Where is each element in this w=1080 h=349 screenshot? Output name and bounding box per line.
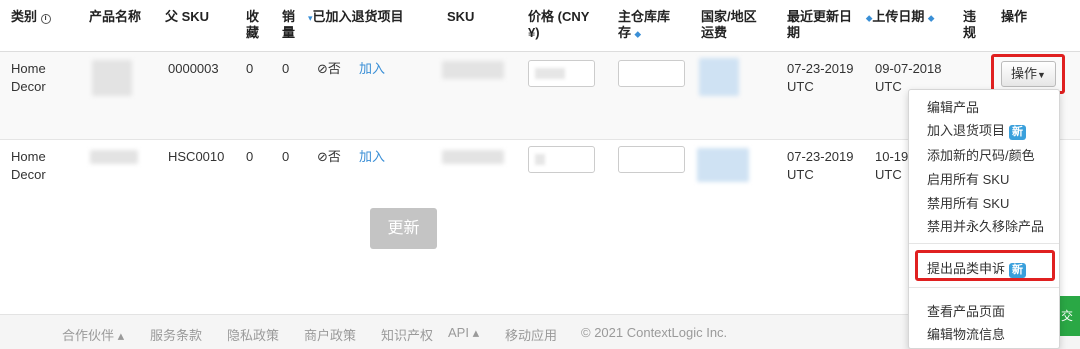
- footer-api-link[interactable]: API ▴: [448, 325, 479, 341]
- menu-item-category-appeal[interactable]: 提出品类申诉新: [927, 258, 1027, 278]
- new-badge: 新: [1009, 263, 1027, 278]
- menu-item-join-return[interactable]: 加入退货项目新: [927, 120, 1027, 140]
- info-icon: i: [40, 14, 51, 24]
- footer-partners-link[interactable]: 合作伙伴 ▴: [62, 325, 124, 344]
- action-dropdown-menu: 编辑产品 加入退货项目新 添加新的尺码/颜色 启用所有 SKU 禁用所有 SKU…: [908, 89, 1060, 349]
- upload-date-cell: 10-19 UTC: [875, 149, 909, 182]
- header-category[interactable]: 类别 i: [11, 9, 51, 25]
- join-return-link[interactable]: 加入: [359, 60, 385, 78]
- table-header: 类别 i 产品名称 父 SKU 收藏 销量 ▾已加入退货项目 SKU 价格 (C…: [0, 0, 1080, 52]
- menu-item-enable-all-sku[interactable]: 启用所有 SKU: [927, 169, 1009, 188]
- sales-cell: 0: [282, 61, 290, 76]
- menu-item-edit-shipping[interactable]: 编辑物流信息: [927, 324, 1005, 343]
- parent-sku-cell[interactable]: 0000003: [168, 60, 219, 78]
- no-entry-icon: ⊘: [317, 61, 328, 76]
- last-update-cell: 07-23-2019 UTC: [787, 61, 854, 94]
- header-product-name[interactable]: 产品名称: [89, 9, 141, 25]
- header-warehouse-stock[interactable]: 主仓库库存 ⬥: [618, 9, 670, 42]
- new-badge: 新: [1009, 125, 1027, 140]
- menu-item-view-product-page[interactable]: 查看产品页面: [927, 301, 1005, 320]
- parent-sku-cell[interactable]: HSC0010: [168, 148, 224, 166]
- product-image-blurred[interactable]: [92, 60, 132, 96]
- category-cell: Home Decor: [11, 61, 46, 94]
- footer-terms-link[interactable]: 服务条款: [150, 325, 202, 344]
- header-last-update[interactable]: 最近更新日期: [787, 9, 852, 41]
- footer-copyright: © 2021 ContextLogic Inc.: [581, 325, 728, 340]
- price-input[interactable]: [528, 146, 595, 173]
- header-parent-sku[interactable]: 父 SKU: [165, 9, 209, 25]
- stock-input[interactable]: [618, 146, 685, 173]
- return-status-cell: ⊘否: [317, 149, 341, 164]
- footer-ip-link[interactable]: 知识产权: [381, 325, 433, 344]
- return-status-cell: ⊘否: [317, 61, 341, 76]
- menu-item-add-size-color[interactable]: 添加新的尺码/颜色: [927, 145, 1035, 164]
- favorites-cell: 0: [246, 61, 254, 76]
- header-sales[interactable]: 销量: [282, 9, 295, 41]
- action-dropdown-button[interactable]: 操作▼: [1001, 61, 1056, 87]
- header-violation: 违规: [963, 9, 977, 40]
- last-update-cell: 07-23-2019 UTC: [787, 149, 854, 182]
- favorites-cell: 0: [246, 149, 254, 164]
- menu-divider: [909, 243, 1059, 244]
- header-favorites[interactable]: 收藏: [246, 9, 259, 41]
- sku-blurred: [442, 150, 504, 164]
- header-sku[interactable]: SKU: [447, 9, 474, 25]
- caret-down-icon: ▼: [1037, 70, 1046, 80]
- shipping-blurred[interactable]: [697, 148, 749, 182]
- caret-up-icon: ▴: [117, 328, 125, 343]
- header-price[interactable]: 价格 (CNY ¥): [528, 9, 589, 41]
- header-upload-date[interactable]: ⬥上传日期 ⬥: [866, 9, 934, 26]
- header-return-project[interactable]: ▾已加入退货项目: [308, 9, 404, 26]
- menu-divider: [909, 287, 1059, 288]
- join-return-link[interactable]: 加入: [359, 148, 385, 166]
- sales-cell: 0: [282, 149, 290, 164]
- stock-input[interactable]: [618, 60, 685, 87]
- footer-mobile-link[interactable]: 移动应用: [505, 325, 557, 344]
- sort-icon: ⬥: [927, 13, 935, 23]
- footer-privacy-link[interactable]: 隐私政策: [227, 325, 279, 344]
- header-actions: 操作: [1001, 9, 1028, 24]
- product-table-page: 类别 i 产品名称 父 SKU 收藏 销量 ▾已加入退货项目 SKU 价格 (C…: [0, 0, 1080, 349]
- menu-item-edit-product[interactable]: 编辑产品: [927, 97, 979, 116]
- caret-up-icon: ▴: [472, 325, 480, 340]
- header-country-shipping[interactable]: 国家/地区 运费: [701, 9, 757, 41]
- shipping-blurred[interactable]: [699, 58, 739, 96]
- update-button[interactable]: 更新: [370, 208, 437, 249]
- no-entry-icon: ⊘: [317, 149, 328, 164]
- price-input[interactable]: [528, 60, 595, 87]
- footer-merchant-policy-link[interactable]: 商户政策: [304, 325, 356, 344]
- category-cell: Home Decor: [11, 149, 46, 182]
- menu-item-disable-all-sku[interactable]: 禁用所有 SKU: [927, 193, 1009, 212]
- chat-tab[interactable]: 交谈: [1058, 296, 1080, 336]
- sort-icon: ⬥: [634, 29, 641, 39]
- product-image-blurred[interactable]: [90, 150, 138, 164]
- sku-blurred: [442, 61, 504, 79]
- menu-item-disable-remove[interactable]: 禁用并永久移除产品: [927, 216, 1044, 235]
